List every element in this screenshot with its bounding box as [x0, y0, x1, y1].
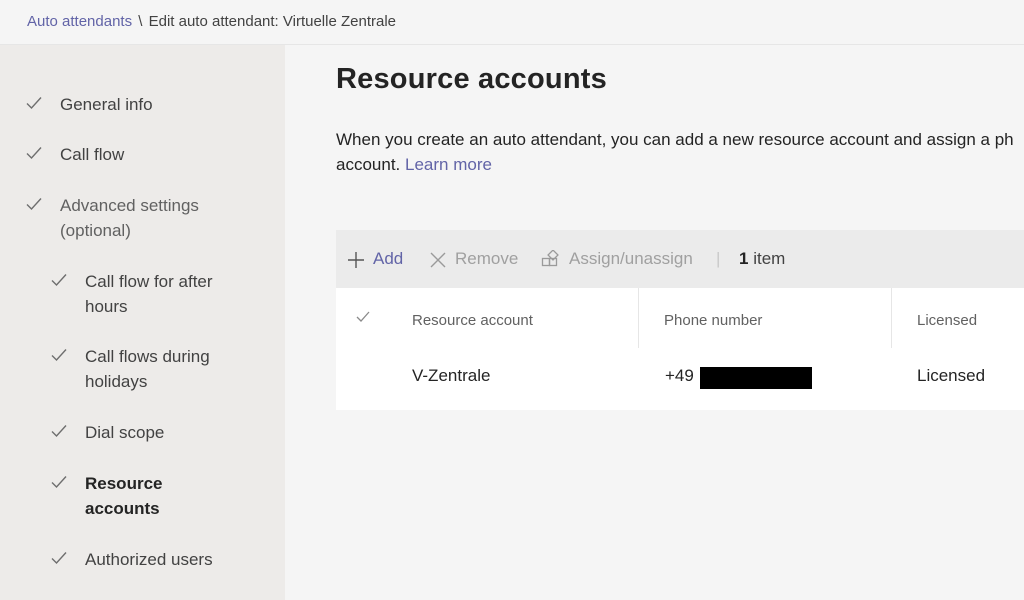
- learn-more-link[interactable]: Learn more: [405, 155, 492, 174]
- breadcrumb-current: Edit auto attendant: Virtuelle Zentrale: [148, 13, 396, 30]
- redaction-box: [700, 367, 812, 389]
- description-line-1: When you create an auto attendant, you c…: [336, 130, 1014, 149]
- sidebar-item-label: Resource accounts: [85, 474, 163, 518]
- breadcrumb-separator: \: [138, 13, 143, 30]
- assign-label: Assign/unassign: [569, 249, 693, 268]
- sidebar-item-label: Call flow: [60, 145, 125, 164]
- checkmark-icon: [51, 420, 69, 445]
- page-title: Resource accounts: [336, 63, 607, 95]
- apps-add-icon: [541, 249, 561, 270]
- checkmark-icon: [26, 193, 44, 218]
- plus-icon: [347, 251, 365, 269]
- add-button[interactable]: Add: [347, 230, 403, 288]
- select-all-checkbox[interactable]: [356, 310, 370, 328]
- sidebar-item-label: Call flow for after hours: [85, 272, 213, 316]
- column-header-resource-account[interactable]: Resource account: [412, 312, 533, 329]
- column-divider: [638, 288, 639, 348]
- sidebar-item-label: Dial scope: [85, 423, 165, 442]
- sidebar-item-label: Advanced settings (optional): [60, 196, 199, 240]
- cell-licensed: Licensed: [917, 366, 986, 385]
- close-icon: [429, 251, 447, 269]
- column-divider: [891, 288, 892, 348]
- breadcrumb-link-auto-attendants[interactable]: Auto attendants: [27, 13, 132, 30]
- sidebar-item-label: Authorized users: [85, 550, 213, 569]
- command-bar: Add Remove Assign/unassign | 1 item: [336, 230, 1024, 288]
- item-count-suffix: item: [753, 249, 786, 268]
- item-count-number: 1: [739, 249, 749, 268]
- remove-button[interactable]: Remove: [429, 230, 518, 288]
- description-line-2: account. Learn more: [336, 152, 1024, 177]
- checkmark-icon: [51, 471, 69, 496]
- resource-accounts-table: Resource account Phone number Licensed V…: [336, 288, 1024, 410]
- checkmark-icon: [51, 547, 69, 572]
- checkmark-icon: [26, 92, 44, 117]
- remove-label: Remove: [455, 249, 519, 268]
- column-header-licensed[interactable]: Licensed: [917, 312, 977, 329]
- main-content: Resource accounts When you create an aut…: [285, 45, 1024, 600]
- checkmark-icon: [51, 344, 69, 369]
- add-label: Add: [373, 249, 404, 268]
- cell-phone-number: +49: [665, 366, 694, 385]
- column-header-phone-number[interactable]: Phone number: [664, 312, 762, 329]
- sidebar-item-label: General info: [60, 95, 153, 114]
- cell-resource-account: V-Zentrale: [412, 366, 491, 385]
- assign-unassign-button[interactable]: Assign/unassign: [541, 230, 693, 288]
- wizard-sidebar: General info Call flow Advanced settings…: [0, 45, 285, 600]
- checkmark-icon: [26, 142, 44, 167]
- sidebar-item-label: Call flows during holidays: [85, 347, 210, 391]
- page-description: When you create an auto attendant, you c…: [336, 127, 1024, 177]
- item-count: 1 item: [739, 230, 785, 288]
- toolbar-divider: |: [716, 249, 721, 268]
- description-text: account.: [336, 155, 401, 174]
- breadcrumb: Auto attendants \ Edit auto attendant: V…: [27, 13, 396, 30]
- checkmark-icon: [51, 269, 69, 294]
- breadcrumb-bar: Auto attendants \ Edit auto attendant: V…: [0, 0, 1024, 45]
